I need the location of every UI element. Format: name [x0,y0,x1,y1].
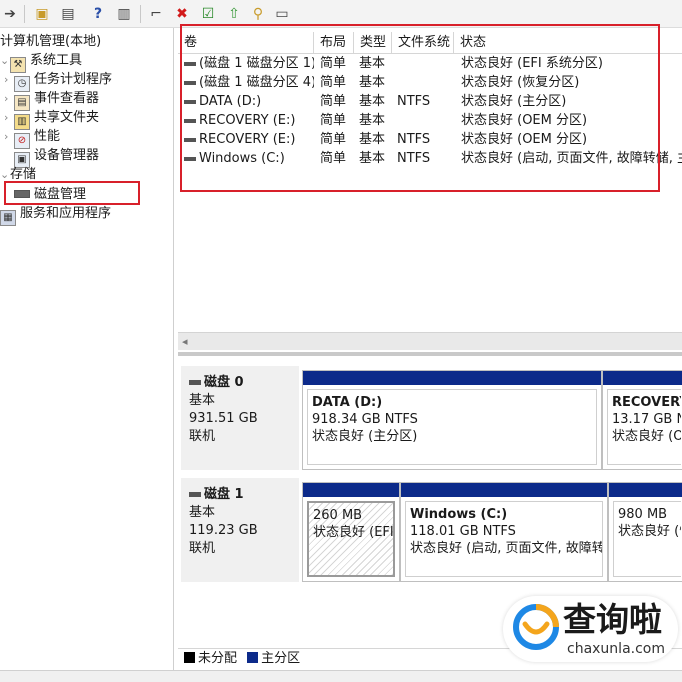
tree-item-label: 系统工具 [30,53,83,68]
disk-type: 基本 [189,393,216,408]
navigation-tree: 计算机管理(本地) ⌄ ⚒ 系统工具 › ◷ 任务计划程序 › ▤ 事件查看器 › ▥ 共享文件… [0,28,174,670]
tree-item-label: 性能 [34,129,61,144]
tree-item-device-manager[interactable]: ▣ 设备管理器 [14,146,100,168]
disk-name: 磁盘 1 [204,487,244,502]
tree-root-computer-management[interactable]: 计算机管理(本地) [0,32,101,51]
tree-item-shared-folders[interactable]: › ▥ 共享文件夹 [4,108,100,130]
collapsed-arrow-icon[interactable]: › [4,89,14,108]
partition-name: RECOVERY [612,395,681,410]
tree-root-label: 计算机管理(本地) [0,34,102,49]
partition-status: 状态良好 (主分区) [312,429,418,444]
watermark: 查询啦 chaxunla.com [503,596,678,662]
disk-icon [189,380,201,385]
collapsed-arrow-icon[interactable]: › [4,108,14,127]
toolbar-separator [140,5,141,23]
legend-primary: 主分区 [261,651,301,666]
partition-name: DATA (D:) [312,395,383,410]
partition-status: 状态良好 (启动, 页面文件, 故障转储 [410,541,603,556]
check-icon[interactable]: ☑ [198,4,218,24]
folder-up-icon[interactable]: ▣ [32,4,52,24]
disk-0-label[interactable]: 磁盘 0 基本 931.51 GB 联机 [181,366,299,470]
help-icon[interactable]: ? [88,4,108,24]
partition-size: 260 MB [313,508,363,523]
primary-partition-bar [603,371,682,385]
unallocated-swatch [184,652,195,663]
collapsed-arrow-icon[interactable]: › [4,127,14,146]
partition-size: 118.01 GB NTFS [410,524,516,539]
primary-partition-bar [303,483,399,497]
tree-item-label: 存储 [10,167,37,182]
watermark-brand: 查询啦 [563,600,662,639]
tree-item-label: 服务和应用程序 [20,206,112,221]
properties-icon[interactable]: ▥ [114,4,134,24]
scroll-left-arrow-icon[interactable]: ◂ [182,335,188,348]
partition-windows-c[interactable]: Windows (C:) 118.01 GB NTFS 状态良好 (启动, 页面… [400,482,608,582]
disk-size: 931.51 GB [189,411,258,426]
primary-partition-bar [401,483,607,497]
collapsed-arrow-icon[interactable]: › [4,70,14,89]
up-arrow-icon[interactable]: ⇧ [224,4,244,24]
partition-efi[interactable]: 260 MB 状态良好 (EFI 3 [302,482,400,582]
show-hide-tree-icon[interactable]: ▤ [58,4,78,24]
highlight-box-disk-management [4,181,140,205]
watermark-domain: chaxunla.com [567,641,665,657]
partition-size: 13.17 GB NT [612,412,681,427]
view-icon[interactable]: ▭ [272,4,292,24]
partition-data-d[interactable]: DATA (D:) 918.34 GB NTFS 状态良好 (主分区) [302,370,602,470]
forward-arrow-icon[interactable]: ➔ [0,4,20,24]
disk-1-label[interactable]: 磁盘 1 基本 119.23 GB 联机 [181,478,299,582]
delete-icon[interactable]: ✖ [172,4,192,24]
disk-type: 基本 [189,505,216,520]
partition-size: 918.34 GB NTFS [312,412,418,427]
tree-item-services-applications[interactable]: ▦ 服务和应用程序 [0,204,112,226]
primary-partition-bar [303,371,601,385]
disk-state: 联机 [189,541,216,556]
tree-item-system-tools[interactable]: ⌄ ⚒ 系统工具 [0,51,83,73]
watermark-logo-icon [513,604,559,650]
legend-unallocated: 未分配 [198,651,238,666]
tree-item-task-scheduler[interactable]: › ◷ 任务计划程序 [4,70,113,92]
highlight-box-volume-list [180,24,660,192]
partition-name: Windows (C:) [410,507,508,522]
partition-size: 980 MB [618,507,668,522]
partition-status: 状态良好 (EFI 3 [313,525,394,540]
tree-item-label: 任务计划程序 [34,72,113,87]
status-bar [0,670,682,682]
connect-icon[interactable]: ⌐ [146,4,166,24]
partition-status: 状态良好 (恢 [618,524,681,539]
tree-item-event-viewer[interactable]: › ▤ 事件查看器 [4,89,100,111]
search-icon[interactable]: ⚲ [248,4,268,24]
primary-partition-bar [609,483,682,497]
toolbar-separator [24,5,25,23]
partition-recovery[interactable]: RECOVERY 13.17 GB NT 状态良好 (OI [602,370,682,470]
disk-name: 磁盘 0 [204,375,244,390]
partition-status: 状态良好 (OI [612,429,681,444]
tree-item-label: 共享文件夹 [34,110,100,125]
tree-item-label: 事件查看器 [34,91,100,106]
disk-state: 联机 [189,429,216,444]
tree-item-label: 设备管理器 [34,148,100,163]
primary-partition-swatch [247,652,259,663]
services-icon: ▦ [0,210,16,226]
tree-item-performance[interactable]: › ⊘ 性能 [4,127,61,149]
partition-recovery-980mb[interactable]: 980 MB 状态良好 (恢 [608,482,682,582]
horizontal-scrollbar[interactable]: ◂ [178,332,682,350]
expanded-arrow-icon[interactable]: ⌄ [0,51,10,70]
disk-icon [189,492,201,497]
disk-size: 119.23 GB [189,523,258,538]
